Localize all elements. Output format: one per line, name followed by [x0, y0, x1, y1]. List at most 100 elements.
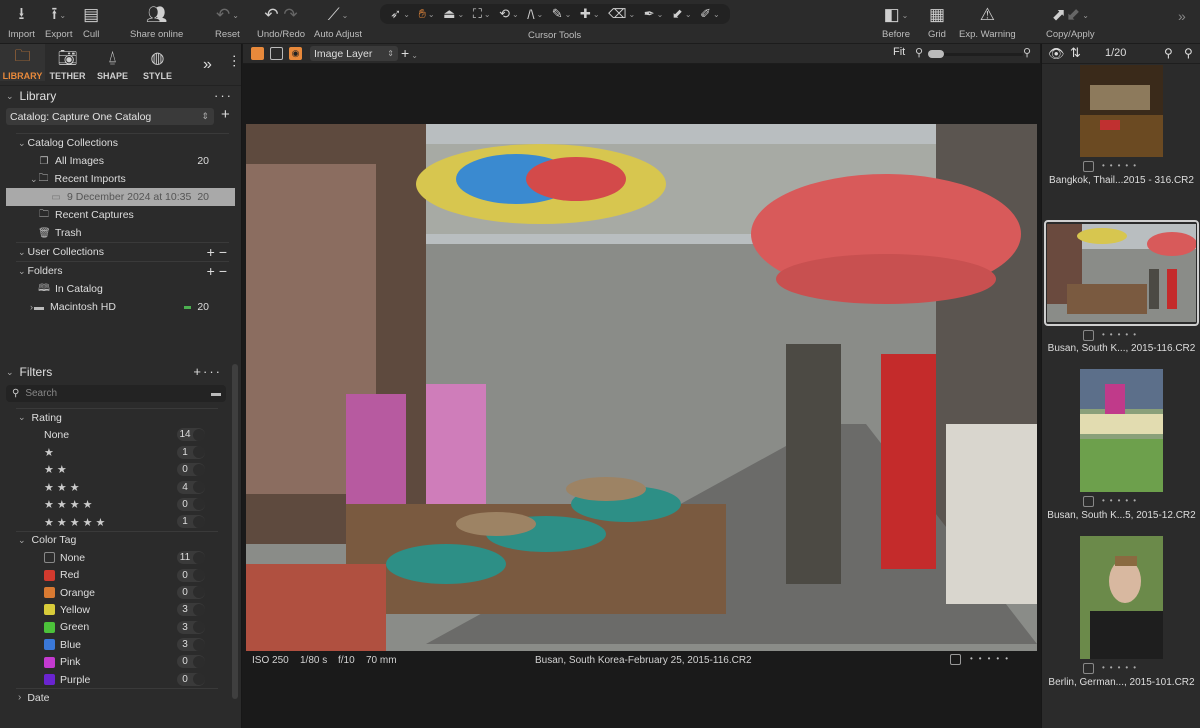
filter-count-toggle[interactable]: 3 — [177, 603, 205, 617]
heal-icon[interactable]: ✚ ⌄ — [580, 6, 600, 22]
multi-view-icon[interactable] — [251, 47, 264, 60]
filter-count-toggle[interactable]: 1 — [177, 515, 205, 529]
eye-view-icon[interactable]: ◉ — [289, 47, 302, 60]
folder-in-catalog[interactable]: 🕮 In Catalog — [0, 280, 241, 298]
rating-dots[interactable]: ••••• — [1102, 161, 1141, 170]
filters-section-header[interactable]: ⌄ Filters +··· — [0, 362, 242, 382]
add-catalog-button[interactable]: + — [221, 106, 230, 123]
zoom-out-icon[interactable]: ⚲ — [915, 46, 923, 59]
color-tag-filter-header[interactable]: ⌄ Color Tag — [0, 532, 242, 549]
library-options-icon[interactable]: ··· — [214, 88, 233, 103]
reset-button[interactable]: ↶ ⌄ Reset — [215, 4, 240, 40]
gradient-icon[interactable]: ⬋ ⌄ — [672, 6, 692, 22]
zoom-in-icon[interactable]: ⚲ — [1184, 46, 1193, 60]
crop-icon[interactable]: ⛶ ⌄ — [473, 6, 491, 22]
color-tag-filter-row[interactable]: Blue 3 — [0, 636, 242, 653]
rating-filter-row[interactable]: ★ 1 — [0, 444, 242, 461]
color-tag-filter-row[interactable]: None 11 — [0, 549, 242, 566]
select-cursor-icon[interactable]: ➶ ⌄ — [390, 6, 410, 22]
filters-add-options[interactable]: +··· — [193, 364, 222, 379]
before-button[interactable]: ◧ ⌄ Before — [882, 4, 910, 40]
tab-tether[interactable]: 📷︎ TETHER — [45, 44, 90, 81]
color-tag-filter-row[interactable]: Red 0 — [0, 567, 242, 584]
catalog-select[interactable]: Catalog: Capture One Catalog ⇕ — [6, 108, 214, 125]
filter-count-toggle[interactable]: 14 — [177, 428, 205, 442]
zoom-slider-thumb[interactable] — [928, 50, 944, 58]
add-remove-collection-buttons[interactable]: +− — [207, 244, 231, 260]
folder-macintosh-hd[interactable]: › ▬ Macintosh HD 20 — [0, 298, 241, 316]
filter-count-toggle[interactable]: 0 — [177, 568, 205, 582]
layer-select[interactable]: Image Layer ⇕ — [310, 46, 398, 61]
eraser-icon[interactable]: ⌫ ⌄ — [608, 6, 635, 22]
add-remove-folder-buttons[interactable]: +− — [207, 263, 231, 279]
filter-count-toggle[interactable]: 11 — [177, 551, 205, 565]
filter-count-toggle[interactable]: 3 — [177, 638, 205, 652]
auto-adjust-button[interactable]: ⟋ ⌄ Auto Adjust — [314, 4, 362, 40]
user-collections-header[interactable]: ⌄ User Collections +− — [0, 243, 241, 261]
catalog-collections-header[interactable]: ⌄ Catalog Collections — [0, 134, 241, 152]
date-filter-header[interactable]: › Date — [0, 689, 242, 706]
import-button[interactable]: ⭳ Import — [8, 4, 35, 41]
cull-button[interactable]: ▤ Cull — [83, 4, 99, 40]
search-icon[interactable]: ⚲ — [1164, 46, 1173, 60]
grid-button[interactable]: ▦ Grid — [928, 4, 946, 40]
keystone-icon[interactable]: /\ ⌄ — [527, 7, 543, 22]
filter-count-toggle[interactable]: 3 — [177, 620, 205, 634]
color-tag-checkbox[interactable] — [1083, 330, 1094, 341]
color-tag-checkbox[interactable] — [1083, 663, 1094, 674]
rating-filter-row[interactable]: ★★★★ 0 — [0, 496, 242, 513]
rotate-icon[interactable]: ⟲ ⌄ — [499, 6, 519, 22]
single-view-icon[interactable] — [270, 47, 283, 60]
filter-count-toggle[interactable]: 4 — [177, 480, 205, 494]
undo-redo-button[interactable]: ↶ ↷ Undo/Redo — [257, 4, 305, 40]
filter-count-toggle[interactable]: 0 — [177, 585, 205, 599]
color-tag-filter-row[interactable]: Green 3 — [0, 619, 242, 636]
color-tag-checkbox[interactable] — [1083, 161, 1094, 172]
more-tabs-icon[interactable]: » — [203, 56, 212, 74]
export-button[interactable]: ⭱ ⌄ Export — [45, 4, 72, 41]
collection-all-images[interactable]: ❐ All Images 20 — [0, 152, 241, 170]
pan-hand-icon[interactable]: ✋︎ ⌄ — [418, 6, 434, 22]
tab-options-icon[interactable]: ⋯ — [227, 54, 243, 68]
tab-style[interactable]: ◍ STYLE — [135, 44, 180, 81]
color-tag-filter-row[interactable]: Pink 0 — [0, 653, 242, 670]
library-section-header[interactable]: ⌄ Library ··· — [0, 86, 241, 106]
rating-dots[interactable]: ••••• — [1102, 496, 1141, 505]
picker-icon[interactable]: ✒︎ ⌄ — [644, 6, 664, 22]
exposure-warning-button[interactable]: ⚠︎ Exp. Warning — [959, 4, 1016, 40]
rating-filter-header[interactable]: ⌄ Rating — [0, 409, 242, 426]
filter-count-toggle[interactable]: 0 — [177, 672, 205, 686]
filter-count-toggle[interactable]: 0 — [177, 655, 205, 669]
filter-count-toggle[interactable]: 1 — [177, 445, 205, 459]
rating-filter-row[interactable]: None 14 — [0, 426, 242, 443]
collection-recent-imports[interactable]: ⌄ 🗀 Recent Imports — [0, 170, 241, 188]
rating-filter-row[interactable]: ★★ 0 — [0, 461, 242, 478]
share-online-button[interactable]: 👥︎ Share online — [130, 4, 183, 40]
color-tag-filter-row[interactable]: Purple 0 — [0, 671, 242, 688]
rating-dots[interactable]: ••••• — [1102, 330, 1141, 339]
tab-shape[interactable]: ⍙ SHAPE — [90, 44, 135, 81]
annotate-icon[interactable]: ✐ ⌄ — [700, 6, 720, 22]
straighten-icon[interactable]: ⏏︎ ⌄ — [443, 6, 464, 22]
add-layer-button[interactable]: + ⌄ — [401, 45, 418, 61]
filters-scrollbar[interactable] — [232, 364, 238, 699]
toolbar-overflow-icon[interactable]: » — [1178, 8, 1186, 24]
zoom-in-icon[interactable]: ⚲ — [1023, 46, 1031, 59]
eye-icon[interactable]: 👁︎ — [1048, 46, 1065, 62]
color-tag-filter-row[interactable]: Orange 0 — [0, 584, 242, 601]
filter-count-toggle[interactable]: 0 — [177, 497, 205, 511]
rating-filter-row[interactable]: ★★★ 4 — [0, 479, 242, 496]
collection-import-entry[interactable]: ▭ 9 December 2024 at 10:35 20 — [6, 188, 235, 206]
main-image[interactable] — [246, 124, 1037, 651]
tab-library[interactable]: 🗀 LIBRARY — [0, 44, 45, 81]
viewer-color-tag-checkbox[interactable] — [950, 654, 961, 665]
color-tag-filter-row[interactable]: Yellow 3 — [0, 601, 242, 618]
folders-header[interactable]: ⌄ Folders +− — [0, 262, 241, 280]
color-tag-checkbox[interactable] — [1083, 496, 1094, 507]
rating-filter-row[interactable]: ★★★★★ 1 — [0, 513, 242, 530]
collection-trash[interactable]: 🗑︎ Trash — [0, 224, 241, 242]
filters-search-input[interactable]: ⚲ Search ▬ — [6, 385, 226, 402]
copy-apply-button[interactable]: ⬈ ⬋ ⌄ Copy/Apply — [1046, 4, 1095, 40]
fit-label[interactable]: Fit — [893, 46, 905, 58]
viewer-rating-dots[interactable]: ••••• — [970, 654, 1014, 663]
